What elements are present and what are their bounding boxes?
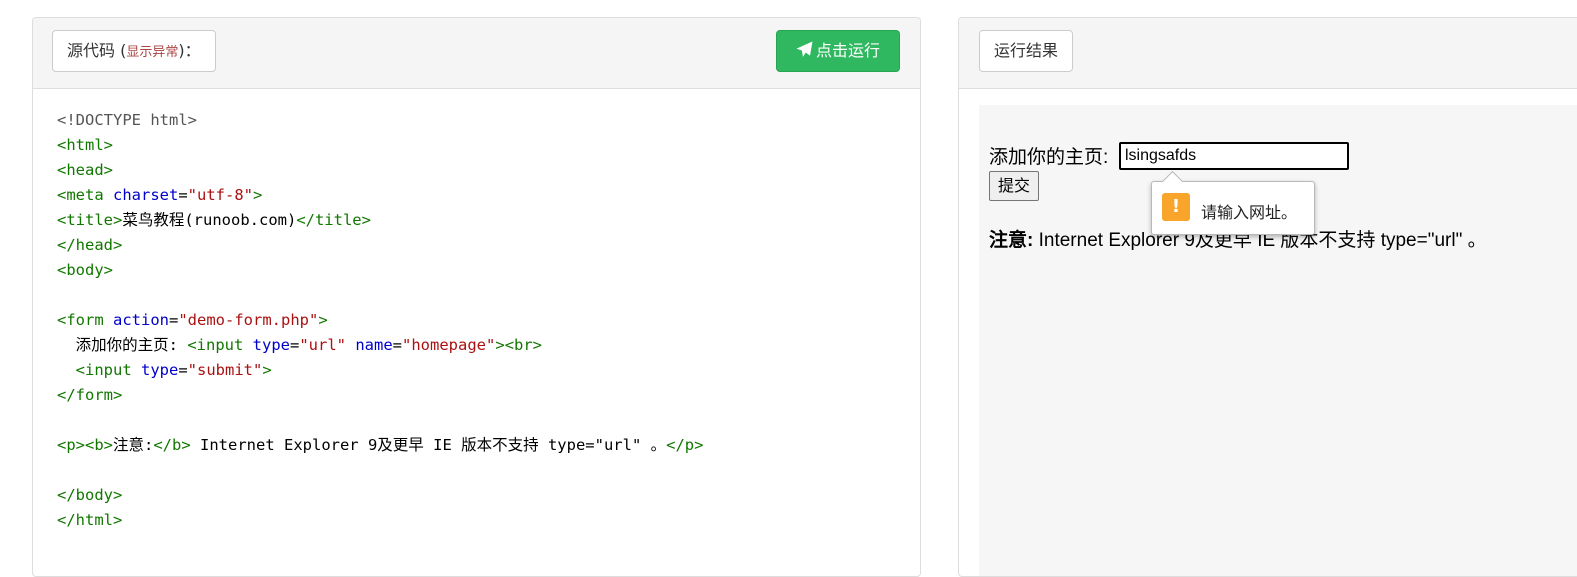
source-code-panel: 源代码 (显示异常)： 点击运行 <!DOCTYPE html> <html> <h…: [32, 17, 921, 577]
code-token: "utf-8": [187, 186, 253, 204]
code-token: "submit": [187, 361, 263, 379]
run-result-button[interactable]: 运行结果: [979, 30, 1074, 72]
code-line: </body>: [57, 483, 703, 508]
code-token: name: [355, 336, 393, 354]
code-token: </title>: [296, 211, 371, 229]
code-line: <body>: [57, 258, 703, 283]
code-token: </p>: [666, 436, 704, 454]
code-token: </body>: [57, 486, 123, 504]
code-token: 注意:: [113, 436, 154, 454]
code-line: <html>: [57, 133, 703, 158]
code-line: <p><b>注意:</b> Internet Explorer 9及更早 IE …: [57, 433, 703, 458]
code-token: <meta: [57, 186, 113, 204]
code-token: <input: [187, 336, 253, 354]
code-token: =: [178, 186, 188, 204]
code-token: <input: [75, 361, 141, 379]
code-line: <head>: [57, 158, 703, 183]
tooltip-arrow: [1161, 170, 1184, 193]
code-token: "demo-form.php": [178, 311, 319, 329]
tooltip-message: 请输入网址。: [1201, 203, 1298, 222]
code-line: 添加你的主页: <input type="url" name="homepage…: [57, 333, 703, 358]
show-errors-toggle[interactable]: 显示异常: [126, 45, 178, 60]
code-editor[interactable]: <!DOCTYPE html> <html> <head> <meta charset…: [57, 108, 703, 533]
code-token: >: [318, 311, 328, 329]
source-panel-header: 源代码 (显示异常)： 点击运行: [33, 18, 920, 89]
code-line: <meta charset="utf-8">: [57, 183, 703, 208]
note-bold: 注意:: [989, 230, 1034, 251]
code-token: Internet Explorer 9及更早 IE 版本不支持 type="ur…: [190, 436, 667, 454]
warning-icon: !: [1162, 193, 1190, 221]
code-token: <p>: [57, 436, 85, 454]
code-token: =: [289, 336, 300, 354]
code-token: </html>: [57, 511, 123, 529]
source-code-button[interactable]: 源代码 (显示异常)：: [52, 30, 216, 72]
code-token: action: [113, 311, 169, 329]
code-token: >: [253, 186, 263, 204]
code-token: </form>: [57, 386, 123, 404]
colon: ：: [184, 41, 201, 60]
code-token: <head>: [57, 161, 113, 179]
result-panel: 运行结果 添加你的主页: lsingsafds 提交 注意: Internet …: [958, 17, 1577, 577]
code-token: "homepage": [402, 336, 496, 354]
source-code-label: 源代码: [67, 41, 116, 60]
code-line: <!DOCTYPE html>: [57, 108, 703, 133]
code-token: <b>: [85, 436, 113, 454]
code-line: </html>: [57, 508, 703, 533]
code-token: <form: [57, 311, 113, 329]
code-token: 添加你的主页:: [57, 336, 188, 354]
run-button[interactable]: 点击运行: [776, 30, 900, 72]
code-token: =: [392, 336, 403, 354]
code-token: "url": [299, 336, 346, 354]
code-token: charset: [113, 186, 179, 204]
code-token: type: [141, 361, 179, 379]
code-line: <form action="demo-form.php">: [57, 308, 703, 333]
code-token: =: [178, 361, 188, 379]
validation-tooltip: ! 请输入网址。: [1151, 170, 1315, 235]
homepage-url-input[interactable]: lsingsafds: [1119, 142, 1349, 170]
code-token: 菜鸟教程(runoob.com): [122, 211, 297, 229]
code-line: <input type="submit">: [57, 358, 703, 383]
code-line: </head>: [57, 233, 703, 258]
code-token: </b>: [153, 436, 191, 454]
homepage-field-label: 添加你的主页:: [989, 147, 1109, 168]
code-line: </form>: [57, 383, 703, 408]
code-token: >: [495, 336, 505, 354]
code-token: <!DOCTYPE html>: [57, 111, 197, 129]
code-token: </head>: [57, 236, 123, 254]
code-token: =: [169, 311, 179, 329]
run-button-label: 点击运行: [815, 41, 880, 60]
code-line: <title>菜鸟教程(runoob.com)</title>: [57, 208, 703, 233]
code-token: <html>: [57, 136, 113, 154]
code-token: <body>: [57, 261, 113, 279]
code-token: >: [262, 361, 272, 379]
code-token: <title>: [57, 211, 123, 229]
submit-button[interactable]: 提交: [989, 171, 1040, 201]
code-token: <br>: [504, 336, 543, 354]
paper-plane-icon: [796, 41, 813, 57]
result-panel-header: 运行结果: [959, 18, 1577, 89]
code-token: type: [252, 336, 290, 354]
result-frame: 添加你的主页: lsingsafds 提交 注意: Internet Explo…: [979, 105, 1577, 576]
